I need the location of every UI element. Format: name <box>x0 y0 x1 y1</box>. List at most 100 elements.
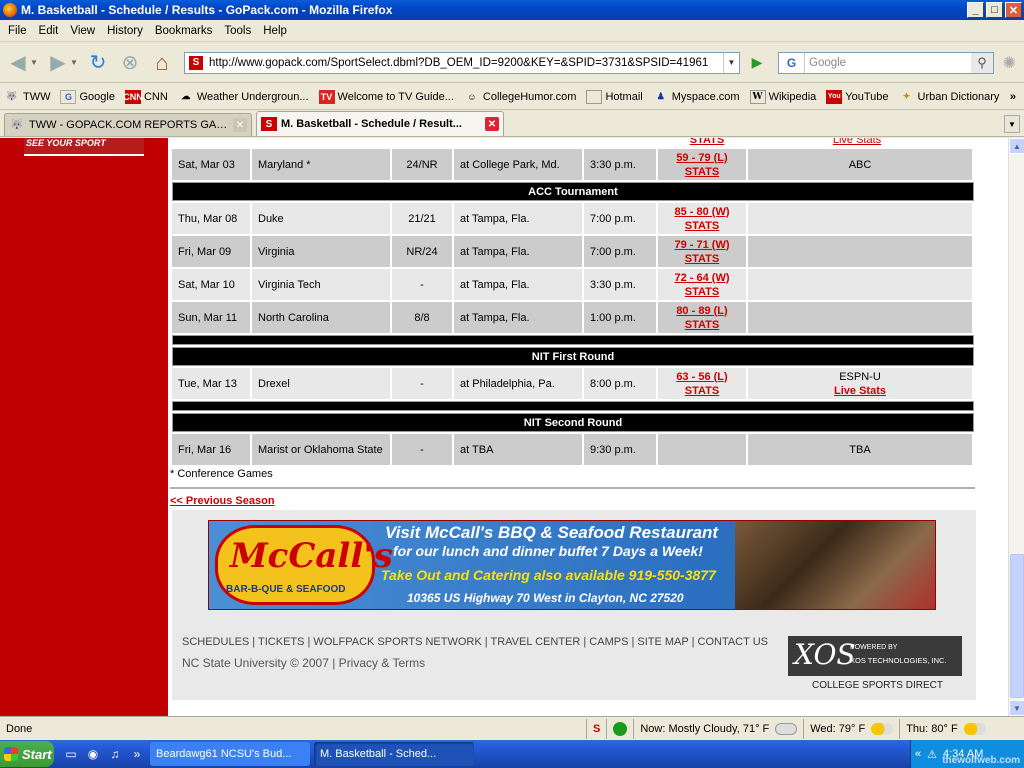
game-result: 79 - 71 (W) STATS <box>658 236 748 267</box>
bookmarks-overflow-button[interactable]: » <box>1010 91 1016 103</box>
address-bar[interactable]: S http://www.gopack.com/SportSelect.dbml… <box>184 51 740 74</box>
search-bar[interactable]: G Google ⚲ <box>778 51 994 74</box>
menu-history[interactable]: History <box>101 25 149 37</box>
taskbar-item-beardawg[interactable]: Beardawg61 NCSU's Bud... <box>150 742 310 766</box>
addon-icon[interactable]: S <box>586 718 606 739</box>
bookmark-urban-dictionary[interactable]: ✦ Urban Dictionary <box>899 90 1000 104</box>
search-magnifier-icon[interactable]: ⚲ <box>971 52 993 73</box>
weather-wed[interactable]: Wed: 79° F <box>803 718 899 739</box>
stats-link[interactable]: STATS <box>685 286 719 298</box>
minimize-button[interactable]: _ <box>967 2 984 18</box>
menu-help[interactable]: Help <box>257 25 293 37</box>
result-link[interactable]: 59 - 79 (L) <box>676 152 727 164</box>
tray-expand-button[interactable]: « <box>915 748 921 760</box>
bookmark-myspace[interactable]: ♟ Myspace.com <box>653 90 740 104</box>
bookmark-tww[interactable]: 🐺 TWW <box>4 90 50 104</box>
menu-edit[interactable]: Edit <box>33 25 65 37</box>
xos-logo[interactable]: XOS POWERED BY XOS TECHNOLOGIES, INC. <box>788 636 962 676</box>
result-link[interactable]: 79 - 71 (W) <box>674 239 729 251</box>
quicklaunch-overflow-icon[interactable]: » <box>128 745 146 763</box>
firefox-quicklaunch-icon[interactable]: ◉ <box>84 745 102 763</box>
game-location: at Tampa, Fla. <box>454 236 584 267</box>
weather-thu[interactable]: Thu: 80° F <box>899 718 991 739</box>
bookmark-weather-underground[interactable]: ☁ Weather Undergroun... <box>178 90 308 104</box>
see-your-sport-banner[interactable]: SEE YOUR SPORT <box>24 138 144 156</box>
menu-tools[interactable]: Tools <box>218 25 257 37</box>
close-tab-icon[interactable]: ✕ <box>233 118 247 132</box>
back-arrow-icon[interactable]: ◀ <box>4 49 32 77</box>
tab-mbasketball[interactable]: S M. Basketball - Schedule / Result... ✕ <box>256 111 504 136</box>
mccalls-ad-banner[interactable]: McCall's BAR-B-QUE & SEAFOOD Visit McCal… <box>208 520 936 610</box>
table-row: Fri, Mar 16 Marist or Oklahoma State - at T… <box>172 434 974 465</box>
scroll-down-icon[interactable]: ▼ <box>1009 700 1024 716</box>
result-link[interactable]: 63 - 56 (L) <box>676 371 727 383</box>
forward-arrow-icon[interactable]: ▶ <box>44 49 72 77</box>
url-history-dropdown-icon[interactable]: ▼ <box>723 52 739 73</box>
forward-history-dropdown-icon[interactable]: ▼ <box>70 58 80 67</box>
game-rank: 21/21 <box>392 203 454 234</box>
search-engine-icon[interactable]: G <box>779 52 805 73</box>
home-icon[interactable]: ⌂ <box>148 49 176 77</box>
navigation-toolbar: ◀ ▼ ▶ ▼ ↻ ⊗ ⌂ S http://www.gopack.com/Sp… <box>0 43 1024 83</box>
result-link[interactable]: 72 - 64 (W) <box>674 272 729 284</box>
table-row: Tue, Mar 13 Drexel - at Philadelphia, Pa. 8:… <box>172 368 974 399</box>
previous-season-link[interactable]: << Previous Season <box>170 495 275 507</box>
tray-icon[interactable]: ⚠ <box>927 748 937 761</box>
game-opponent: Maryland * <box>252 149 392 180</box>
show-desktop-icon[interactable]: ▭ <box>62 745 80 763</box>
game-tv <box>748 203 974 234</box>
start-button[interactable]: Start <box>0 741 54 767</box>
result-link[interactable]: 80 - 89 (L) <box>676 305 727 317</box>
bookmark-google[interactable]: G Google <box>60 89 115 104</box>
bookmark-wikipedia[interactable]: W Wikipedia <box>749 89 816 104</box>
address-url[interactable]: http://www.gopack.com/SportSelect.dbml?D… <box>209 57 723 69</box>
stop-icon[interactable]: ⊗ <box>116 49 144 77</box>
bookmark-tv-guide[interactable]: TV Welcome to TV Guide... <box>318 89 454 104</box>
vertical-scrollbar[interactable]: ▲ ▼ <box>1008 138 1024 716</box>
scroll-up-icon[interactable]: ▲ <box>1009 138 1024 154</box>
site-favicon-icon: S <box>261 117 277 131</box>
weather-now[interactable]: Now: Mostly Cloudy, 71° F <box>633 718 803 739</box>
maximize-button[interactable]: □ <box>986 2 1003 18</box>
live-stats-link[interactable]: Live Stats <box>834 385 886 397</box>
table-row: Thu, Mar 08 Duke 21/21 at Tampa, Fla. 7:00 p… <box>172 203 974 234</box>
search-input[interactable]: Google <box>805 57 971 69</box>
college-sports-direct-label: COLLEGE SPORTS DIRECT <box>812 680 943 691</box>
game-opponent: Virginia Tech <box>252 269 392 300</box>
bookmark-hotmail[interactable]: Hotmail <box>586 89 643 104</box>
partial-live-stats-link[interactable]: Live Stats <box>752 138 962 146</box>
bookmark-collegehumor[interactable]: ☺ CollegeHumor.com <box>464 90 576 104</box>
ad-subline: for our lunch and dinner buffet 7 Days a… <box>393 543 703 559</box>
itunes-icon[interactable]: ♫ <box>106 745 124 763</box>
partial-result-link[interactable]: STATS <box>662 138 752 146</box>
game-location: at Philadelphia, Pa. <box>454 368 584 399</box>
footer-links[interactable]: SCHEDULES | TICKETS | WOLFPACK SPORTS NE… <box>182 636 768 648</box>
watermark: thewolfweb.com <box>942 755 1020 766</box>
game-result: 72 - 64 (W) STATS <box>658 269 748 300</box>
menu-file[interactable]: File <box>2 25 33 37</box>
stats-link[interactable]: STATS <box>685 385 719 397</box>
wolf-icon: 🐺 <box>6 91 18 101</box>
bookmark-youtube[interactable]: You YouTube <box>826 89 889 104</box>
go-arrow-icon[interactable]: ▶ <box>746 52 768 74</box>
reload-icon[interactable]: ↻ <box>84 49 112 77</box>
game-result: 85 - 80 (W) STATS <box>658 203 748 234</box>
tab-tww-gopack[interactable]: 🐺 TWW - GOPACK.COM REPORTS GAME... ✕ <box>4 113 252 136</box>
tab-list-dropdown-icon[interactable]: ▼ <box>1004 115 1020 133</box>
menu-view[interactable]: View <box>64 25 101 37</box>
back-history-dropdown-icon[interactable]: ▼ <box>30 58 40 67</box>
result-link[interactable]: 85 - 80 (W) <box>674 206 729 218</box>
close-tab-icon[interactable]: ✕ <box>485 117 499 131</box>
stats-link[interactable]: STATS <box>685 220 719 232</box>
bookmark-cnn[interactable]: CNN CNN <box>123 89 168 104</box>
game-opponent: Virginia <box>252 236 392 267</box>
stats-link[interactable]: STATS <box>685 319 719 331</box>
stats-link[interactable]: STATS <box>685 166 719 178</box>
menu-bookmarks[interactable]: Bookmarks <box>149 25 219 37</box>
footer-copyright[interactable]: NC State University © 2007 | Privacy & T… <box>182 656 425 670</box>
stats-link[interactable]: STATS <box>685 253 719 265</box>
close-button[interactable]: ✕ <box>1005 2 1022 18</box>
taskbar-item-mbasketball[interactable]: M. Basketball - Sched... <box>314 742 474 766</box>
security-status-icon[interactable] <box>606 718 633 739</box>
scroll-thumb[interactable] <box>1010 554 1024 698</box>
